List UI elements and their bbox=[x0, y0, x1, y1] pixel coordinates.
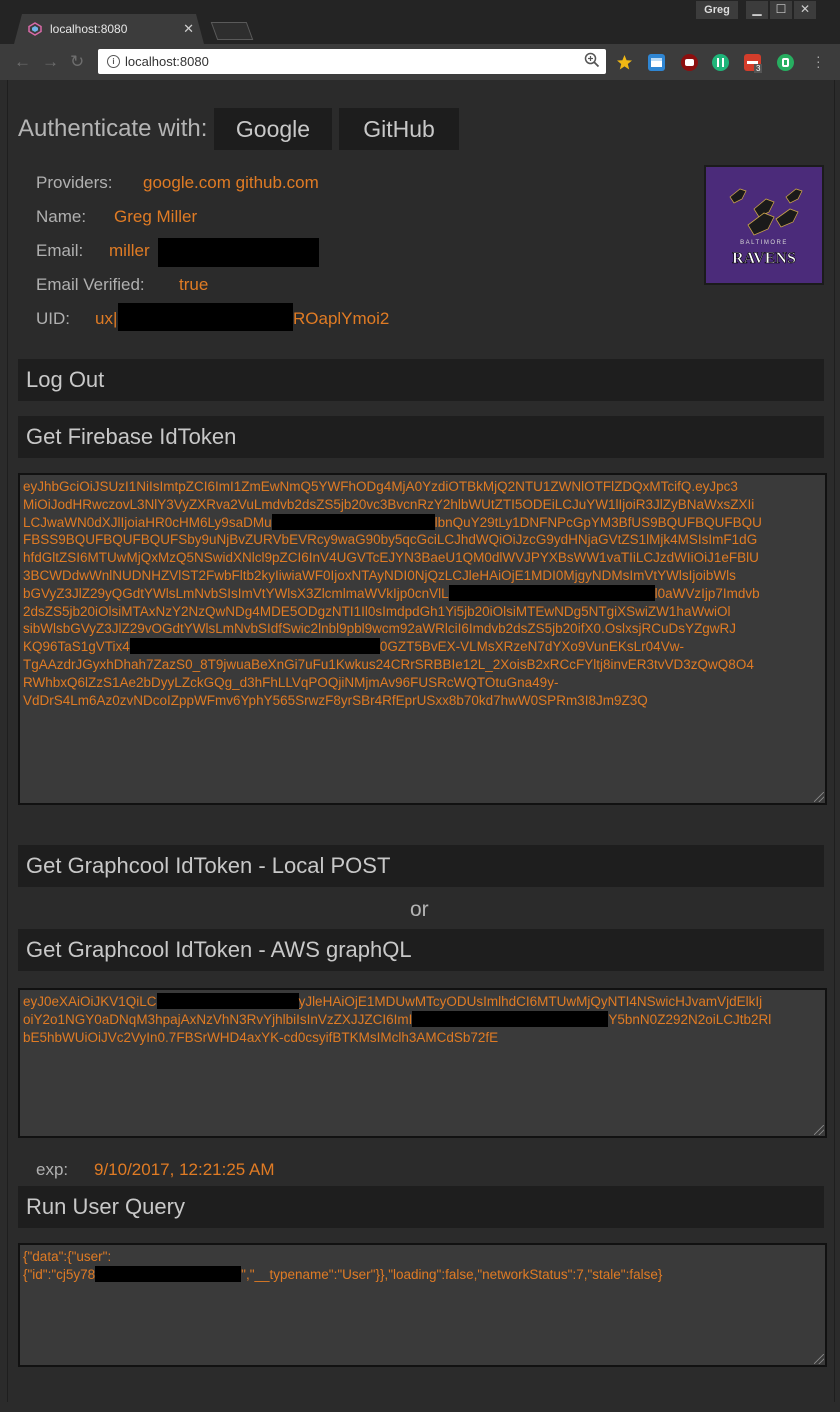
new-tab-button[interactable] bbox=[210, 22, 254, 40]
or-separator: or bbox=[410, 898, 429, 921]
extension-d-icon[interactable] bbox=[777, 54, 794, 71]
token-line: eyJ0eXAiOiJKV1QiLC yJleHAiOjE1MDUwMTcyODU… bbox=[23, 993, 823, 1011]
name-label: Name: bbox=[36, 207, 87, 226]
get-graphcool-aws-button[interactable]: Get Graphcool IdToken - AWS graphQL bbox=[18, 929, 824, 971]
uid-label: UID: bbox=[36, 309, 70, 328]
result-segment: ","__typename":"User"}},"loading":false,… bbox=[241, 1266, 663, 1282]
extension-a-icon[interactable] bbox=[648, 54, 665, 71]
get-firebase-token-button[interactable]: Get Firebase IdToken bbox=[18, 416, 824, 458]
exp-value: 9/10/2017, 12:21:25 AM bbox=[94, 1160, 275, 1179]
token-line: 3BCWDdwWnlNUDNHZVlST2FwbFltb2kyIiwiaWF0I… bbox=[23, 567, 736, 583]
result-segment: {"id":"cj5y78 bbox=[23, 1266, 96, 1282]
profile-button[interactable]: Greg bbox=[696, 1, 738, 19]
browser-menu-icon[interactable]: · · · bbox=[816, 49, 821, 73]
extension-c-icon[interactable]: 3 bbox=[744, 54, 763, 73]
token-line: RWhbxQ6lZzS1Ae2bDyyLZckGQg_d3hFhLLVqPOQj… bbox=[23, 674, 559, 690]
redacted-uid bbox=[118, 303, 293, 331]
app-favicon-icon bbox=[28, 22, 42, 36]
redacted-segment bbox=[95, 1265, 242, 1282]
run-user-query-button[interactable]: Run User Query bbox=[18, 1186, 824, 1228]
token-line: oiY2o1NGY0aDNqM3hpajAxNzVhN3RvYjhlbiIsIn… bbox=[23, 1010, 823, 1029]
token-line: bGVyZ3JlZ29yQGdtYWlsLmNvbSIsImVtYWlsX3Zl… bbox=[23, 584, 823, 603]
email-verified-label: Email Verified: bbox=[36, 275, 145, 294]
bookmark-star-icon[interactable] bbox=[616, 54, 633, 71]
tab-close-icon[interactable]: ✕ bbox=[183, 21, 194, 37]
ublock-icon[interactable] bbox=[681, 54, 698, 71]
token-line: LCJwaWN0dXJlIjoiaHR0cHM6Ly9saDMu lbnQuY29… bbox=[23, 513, 823, 532]
zoom-icon[interactable] bbox=[584, 52, 600, 68]
ravens-logo-icon: BALTIMORE RAVENS bbox=[706, 167, 822, 283]
google-auth-button[interactable]: Google bbox=[214, 108, 332, 150]
auth-label: Authenticate with: bbox=[18, 115, 208, 142]
logout-button[interactable]: Log Out bbox=[18, 359, 824, 401]
firebase-token-textarea[interactable]: eyJhbGciOiJSUzI1NiIsImtpZCI6ImI1ZmEwNmQ5… bbox=[18, 473, 827, 805]
redacted-segment bbox=[129, 638, 380, 655]
name-value: Greg Miller bbox=[114, 207, 198, 226]
avatar: BALTIMORE RAVENS bbox=[704, 165, 824, 285]
token-line: eyJhbGciOiJSUzI1NiIsImtpZCI6ImI1ZmEwNmQ5… bbox=[23, 479, 738, 494]
uid-suffix: ROaplYmoi2 bbox=[293, 309, 390, 328]
close-window-icon[interactable]: ✕ bbox=[794, 1, 816, 19]
token-line: VdDrS4Lm6Az0zvNDcoIZppWFmv6YphY565SrwzF8… bbox=[23, 692, 648, 708]
address-url[interactable]: localhost:8080 bbox=[125, 54, 209, 69]
redacted-segment bbox=[271, 513, 435, 530]
get-graphcool-local-button[interactable]: Get Graphcool IdToken - Local POST bbox=[18, 845, 824, 887]
uid-prefix: ux| bbox=[95, 309, 118, 328]
token-segment: eyJ0eXAiOiJKV1QiLC bbox=[23, 994, 157, 1009]
graphcool-token-textarea[interactable]: eyJ0eXAiOiJKV1QiLC yJleHAiOjE1MDUwMTcyODU… bbox=[18, 988, 827, 1138]
providers-value: google.com github.com bbox=[143, 173, 319, 192]
token-line: 2dsZS5jb20iOlsiMTAxNzY2NzQwNDg4MDE5ODgzN… bbox=[23, 603, 731, 619]
redacted-segment bbox=[448, 584, 655, 601]
github-auth-button[interactable]: GitHub bbox=[339, 108, 459, 150]
avatar-subtext: BALTIMORE bbox=[740, 240, 788, 246]
email-verified-value: true bbox=[179, 275, 209, 294]
token-line: sibWlsbGVyZ3JlZ29vOGdtYWlsLmNvbSIdfSwic2… bbox=[23, 621, 736, 637]
token-segment: KQ96TaS1gVTix4 bbox=[23, 639, 130, 655]
token-segment: Y5bnN0Z292N2oiLCJtb2Rl bbox=[608, 1011, 772, 1027]
browser-toolbar: ← → ↻ i localhost:8080 3 · · · bbox=[0, 44, 840, 80]
token-line: KQ96TaS1gVTix4 0GZT5BvEX-VLMsXRzeN7dYXo9V… bbox=[23, 638, 823, 656]
extension-badge: 3 bbox=[754, 64, 763, 73]
page-content: Authenticate with: Google GitHub Provide… bbox=[7, 80, 835, 1402]
maximize-icon[interactable]: ☐ bbox=[770, 1, 792, 19]
resize-handle[interactable] bbox=[814, 792, 824, 802]
reload-icon[interactable]: ↻ bbox=[70, 52, 84, 72]
resize-handle[interactable] bbox=[814, 1125, 824, 1135]
browser-titlebar: localhost:8080 ✕ Greg ▁ ☐ ✕ bbox=[0, 0, 840, 44]
browser-tab[interactable]: localhost:8080 ✕ bbox=[14, 14, 204, 44]
token-line: FBSS9BQUFBQUFBQUFSby9uNjBvZURVbEVRcy9waG… bbox=[23, 532, 758, 548]
token-line: TgAAzdrJGyxhDhah7ZazS0_8T9jwuaBeXnGi7uFu… bbox=[23, 656, 754, 672]
email-value: miller bbox=[109, 241, 150, 260]
extension-b-icon[interactable] bbox=[712, 54, 729, 71]
back-icon[interactable]: ← bbox=[14, 52, 31, 72]
resize-handle[interactable] bbox=[814, 1354, 824, 1364]
token-segment: bGVyZ3JlZ29yQGdtYWlsLmNvbSIsImVtYWlsX3Zl… bbox=[23, 585, 449, 601]
token-segment: 0GZT5BvEX-VLMsXRzeN7dYXo9VunEKsLr04Vw- bbox=[379, 639, 684, 655]
site-info-icon[interactable]: i bbox=[107, 55, 120, 68]
token-line: hfdGltZSI6MTUwMjQxMzQ5NSwidXNlcl9pZCI6In… bbox=[23, 550, 759, 566]
email-label: Email: bbox=[36, 241, 84, 260]
result-line: {"data":{"user": bbox=[23, 1249, 112, 1264]
minimize-icon[interactable]: ▁ bbox=[746, 1, 768, 19]
token-segment: yJleHAiOjE1MDUwMTcyODUsImlhdCI6MTUwMjQyN… bbox=[298, 994, 763, 1009]
query-result-textarea[interactable]: {"data":{"user": {"id":"cj5y78 ","__typen… bbox=[18, 1243, 827, 1367]
result-line: {"id":"cj5y78 ","__typename":"User"}},"lo… bbox=[23, 1265, 823, 1284]
token-segment: lbnQuY29tLy1DNFNPcGpYM3BfUS9BQUFBQUFBQU bbox=[434, 514, 762, 530]
avatar-text: RAVENS bbox=[732, 250, 796, 267]
token-segment: oiY2o1NGY0aDNqM3hpajAxNzVhN3RvYjhlbiIsIn… bbox=[23, 1011, 413, 1027]
address-bar[interactable]: i localhost:8080 bbox=[98, 49, 606, 74]
providers-label: Providers: bbox=[36, 173, 113, 192]
tab-title: localhost:8080 bbox=[50, 22, 128, 36]
redacted-segment bbox=[156, 993, 299, 1009]
redacted-segment bbox=[412, 1010, 609, 1027]
token-line: MiOiJodHRwczovL3NlY3VyZXRva2VuLmdvb2dsZS… bbox=[23, 496, 755, 512]
token-segment: LCJwaWN0dXJlIjoiaHR0cHM6Ly9saDMu bbox=[23, 514, 272, 530]
token-segment: l0aWVzIjp7Imdvb bbox=[654, 585, 760, 601]
exp-label: exp: bbox=[36, 1160, 69, 1179]
forward-icon[interactable]: → bbox=[42, 52, 59, 72]
redacted-email bbox=[158, 238, 319, 267]
token-line: bE5hbWUiOiJVc2VyIn0.7FBSrWHD4axYK-cd0csy… bbox=[23, 1029, 499, 1045]
